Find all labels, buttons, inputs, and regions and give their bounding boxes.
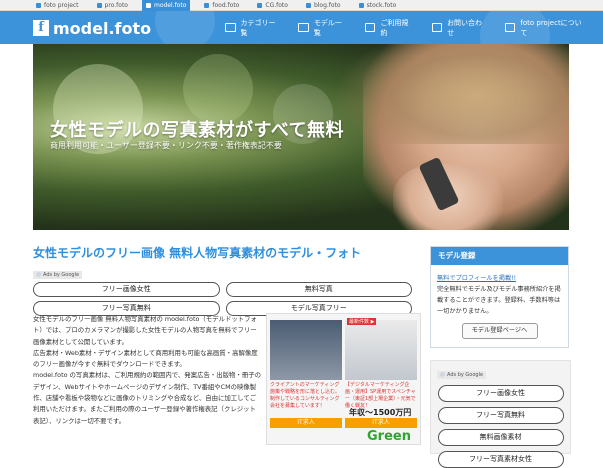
ad-caption-left: クライアントのマーケティング施策や戦略を形に落とし込む。制作しているコンサルティ… bbox=[270, 382, 341, 409]
sidebar-ad-link[interactable]: フリー写真素材女性 bbox=[437, 451, 564, 468]
model-register-link[interactable]: 無料でプロフィールを掲載!! bbox=[437, 275, 516, 282]
favicon-icon bbox=[36, 2, 41, 8]
hero-title: 女性モデルの写真素材がすべて無料 bbox=[50, 120, 345, 141]
favicon-icon bbox=[305, 2, 311, 8]
sidebar-ad-links: Ads by Google フリー画像女性 フリー写真無料 無料画像素材 フリー… bbox=[430, 360, 571, 468]
site-tab-cg-foto[interactable]: CG.foto bbox=[253, 0, 292, 11]
site-tab-model-foto[interactable]: model.foto bbox=[141, 0, 191, 11]
hero-subtitle: 商用利用可能・ユーザー登録不要・リンク不要・著作権表記不要 bbox=[50, 141, 282, 150]
ad-it-label-left: IT求人 bbox=[270, 418, 342, 428]
nav-item-contact[interactable]: お問い合わせ bbox=[431, 18, 487, 38]
favicon-icon bbox=[96, 2, 102, 8]
favicon-icon bbox=[257, 2, 263, 8]
bokeh-light bbox=[183, 54, 253, 124]
intro-text: 女性モデルのフリー画像 無料人物写真素材の model.foto（モデルドットフ… bbox=[33, 314, 261, 427]
ads-by-google-label[interactable]: Ads by Google bbox=[437, 371, 487, 379]
ad-link-grid: フリー画像女性 無料写真 フリー写真無料 モデル写真フリー bbox=[33, 282, 412, 316]
adchoices-icon bbox=[36, 272, 41, 277]
ad-salary: 年収〜1500万円 bbox=[349, 408, 412, 417]
sidebar-ad-link[interactable]: フリー画像女性 bbox=[437, 385, 564, 402]
document-icon bbox=[364, 23, 376, 32]
favicon-icon bbox=[358, 2, 364, 8]
site-logo[interactable]: f model.foto bbox=[33, 18, 151, 38]
ad-caption-right: 【デジタルマーケティング企画・運用】SP運用でスペンチャー（東証1部上場企業）・… bbox=[345, 382, 416, 409]
intro-paragraph: 女性モデルのフリー画像 無料人物写真素材の model.foto（モデルドットフ… bbox=[33, 315, 257, 346]
intro-paragraph: model.foto の写真素材は、ご利用規約の範囲内で、発案広告・出版物・冊子… bbox=[33, 371, 261, 425]
mail-icon bbox=[431, 23, 443, 32]
model-register-text: 完全無料でモデル及びモデル事務所紹介を掲載することができます。登録料、手数料等は… bbox=[437, 286, 561, 315]
intro-paragraph: 広告素材・Web素材・デザイン素材として商用利用も可能な高画質・高解像度のフリー… bbox=[33, 348, 258, 369]
nav-item-about[interactable]: foto projectについて bbox=[504, 18, 585, 38]
model-register-button[interactable]: モデル登録ページへ bbox=[461, 323, 538, 339]
site-switcher-bar: foto project pro.foto model.foto food.fo… bbox=[0, 0, 603, 11]
sidebar: モデル登録 無料でプロフィールを掲載!! 完全無料でモデル及びモデル事務所紹介を… bbox=[430, 246, 569, 348]
adchoices-icon bbox=[440, 372, 445, 377]
site-tab-stock-foto[interactable]: stock.foto bbox=[355, 0, 401, 11]
ad-link[interactable]: フリー画像女性 bbox=[33, 282, 220, 297]
main-content: 女性モデルのフリー画像 無料人物写真素材のモデル・フォト Ads by Goog… bbox=[33, 244, 415, 316]
display-ad[interactable]: 最新件数 ▶ クライアントのマーケティング施策や戦略を形に落とし込む。制作してい… bbox=[266, 313, 421, 445]
ad-brand-logo: Green bbox=[367, 429, 411, 444]
sidebar-ad-link[interactable]: フリー写真無料 bbox=[437, 407, 564, 424]
sidebar-ad-link[interactable]: 無料画像素材 bbox=[437, 429, 564, 446]
site-tab-blog-foto[interactable]: blog.foto bbox=[302, 0, 345, 11]
hero-photo-hair bbox=[333, 44, 569, 144]
favicon-icon bbox=[204, 2, 210, 8]
model-register-body: 無料でプロフィールを掲載!! 完全無料でモデル及びモデル事務所紹介を掲載すること… bbox=[431, 265, 568, 347]
favicon-icon bbox=[145, 2, 151, 8]
page-title: 女性モデルのフリー画像 無料人物写真素材のモデル・フォト bbox=[33, 246, 362, 260]
main-nav: カテゴリー覧 モデル一覧 ご利用規約 お問い合わせ foto projectにつ… bbox=[225, 11, 603, 44]
image-icon bbox=[225, 23, 236, 32]
site-tab-food-foto[interactable]: food.foto bbox=[200, 0, 243, 11]
ad-photo-right bbox=[345, 320, 417, 380]
nav-item-categories[interactable]: カテゴリー覧 bbox=[225, 18, 280, 38]
nav-item-models[interactable]: モデル一覧 bbox=[298, 18, 347, 38]
ad-link[interactable]: 無料写真 bbox=[225, 282, 412, 297]
model-register-title: モデル登録 bbox=[431, 247, 568, 265]
model-register-box: モデル登録 無料でプロフィールを掲載!! 完全無料でモデル及びモデル事務所紹介を… bbox=[430, 246, 569, 348]
site-tab-pro-foto[interactable]: pro.foto bbox=[93, 0, 132, 11]
nav-item-terms[interactable]: ご利用規約 bbox=[364, 18, 414, 38]
logo-mark-icon: f bbox=[33, 20, 49, 36]
site-tab-foto-project[interactable]: foto project bbox=[32, 0, 83, 11]
decorative-circle bbox=[155, 11, 215, 44]
ad-it-label-right: IT求人 bbox=[345, 418, 417, 428]
ads-by-google-label[interactable]: Ads by Google bbox=[33, 271, 83, 279]
image-icon bbox=[298, 23, 309, 32]
site-header: f model.foto カテゴリー覧 モデル一覧 ご利用規約 お問い合わせ f… bbox=[0, 11, 603, 44]
foto-icon bbox=[504, 23, 516, 32]
logo-text: model.foto bbox=[53, 18, 152, 38]
ad-photo-left bbox=[270, 320, 342, 380]
ad-tag: 最新件数 ▶ bbox=[347, 318, 377, 325]
hero-banner: 女性モデルの写真素材がすべて無料 商用利用可能・ユーザー登録不要・リンク不要・著… bbox=[33, 44, 569, 230]
